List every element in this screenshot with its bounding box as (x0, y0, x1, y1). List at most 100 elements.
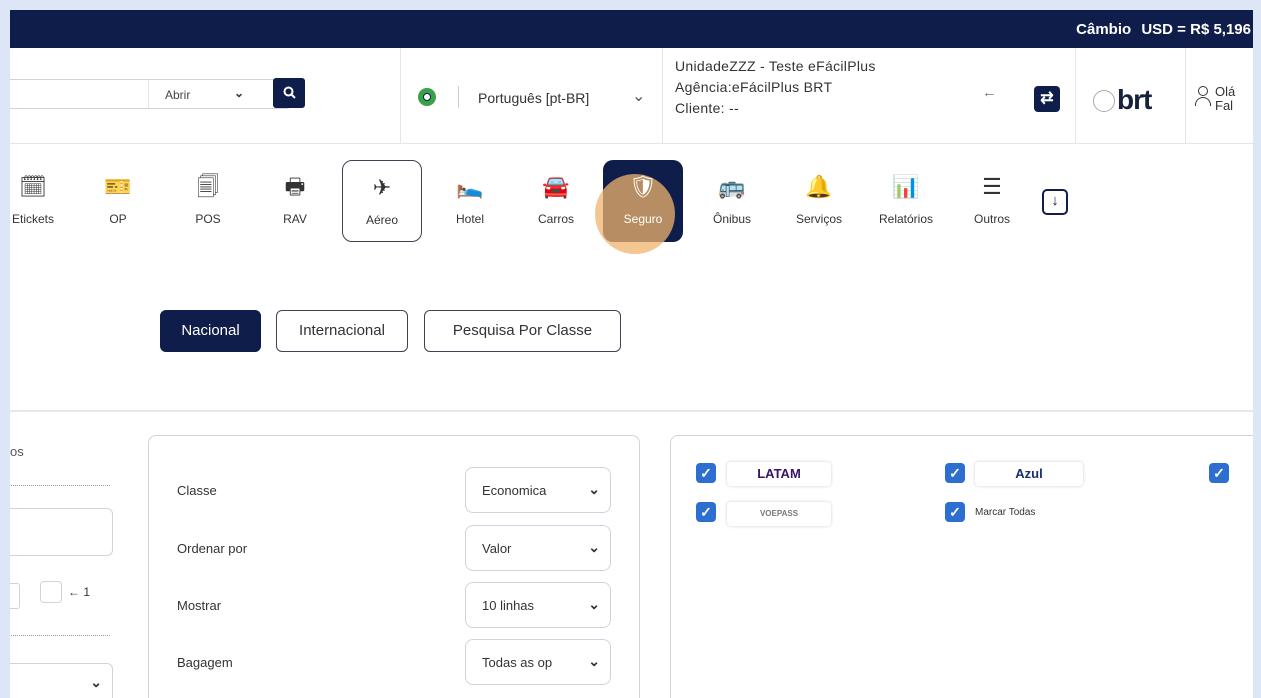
voepass-logo: VOEPASS (727, 502, 831, 526)
user-greeting-line2: Fal (1215, 98, 1234, 113)
exchange-value: USD = R$ 5,196 (1141, 21, 1251, 38)
car-icon: 🚘 (542, 174, 570, 199)
search-type-select[interactable]: Abrir ⌄ (148, 80, 258, 108)
tab-pesquisa-por-classe[interactable]: Pesquisa Por Classe (424, 310, 621, 352)
divider (662, 48, 663, 144)
module-rav[interactable]: 🖶 RAV (255, 160, 335, 242)
shuffle-icon: ⇄ (1040, 90, 1054, 107)
left-panel-select[interactable]: ⌄ (10, 663, 113, 698)
exchange-rate: Câmbio USD = R$ 5,196 (1070, 21, 1251, 38)
language-flag-icon (418, 88, 436, 106)
agency-info: UnidadeZZZ - Teste eFácilPlus Agência:eF… (675, 56, 876, 119)
app-frame: Câmbio USD = R$ 5,196 Abrir ⌄ Português … (10, 10, 1253, 698)
exchange-label: Câmbio (1076, 21, 1132, 38)
chevron-down-icon: ⌄ (588, 539, 600, 555)
module-label: Ônibus (712, 212, 752, 226)
search-button[interactable] (273, 78, 305, 108)
tab-nacional[interactable]: Nacional (160, 310, 261, 352)
module-label: Carros (537, 212, 574, 226)
module-onibus[interactable]: 🚌 Ônibus (692, 160, 772, 242)
module-outros[interactable]: ☰ Outros (952, 160, 1032, 242)
logo-circle-icon (1093, 90, 1115, 112)
azul-checkbox[interactable]: ✓ (945, 463, 965, 483)
classe-value: Economica (482, 483, 547, 498)
receipt-icon: 🖶 (284, 174, 306, 199)
filters-panel: Classe Economica ⌄ Ordenar por Valor ⌄ Mos… (148, 435, 640, 698)
module-etickets[interactable]: 🗓 Etickets (10, 160, 66, 242)
chevron-down-icon: ⌄ (233, 86, 244, 100)
user-greeting[interactable]: Olá Fal (1215, 85, 1235, 113)
language-select[interactable]: Português [pt-BR] (478, 90, 589, 106)
module-pos[interactable]: 🗐 POS (168, 160, 248, 242)
user-icon[interactable] (1194, 84, 1212, 110)
module-servicos[interactable]: 🔔 Serviços (779, 160, 859, 242)
ordenar-select[interactable]: Valor ⌄ (465, 525, 611, 571)
module-label: Aéreo (365, 213, 399, 227)
module-op[interactable]: 🎫 OP (78, 160, 158, 242)
search-type-value: Abrir (165, 88, 191, 102)
divider (400, 48, 401, 144)
search-input[interactable]: Abrir ⌄ (10, 79, 290, 109)
module-label: Relatórios (878, 212, 934, 226)
dotted-divider (10, 635, 110, 636)
airlines-panel: ✓ LATAM ✓ VOEPASS ✓ Azul ✓ Marcar Todas … (670, 435, 1253, 698)
module-label: OP (109, 212, 127, 226)
filter-label-classe: Classe (177, 483, 217, 498)
pin-icon[interactable]: ← (982, 84, 997, 101)
module-label: Etickets (11, 212, 54, 226)
module-label: Serviços (795, 212, 842, 226)
report-icon: 📊 (892, 174, 920, 199)
filter-label-ordenar: Ordenar por (177, 541, 248, 556)
classe-select[interactable]: Economica ⌄ (465, 467, 611, 513)
header: Abrir ⌄ Português [pt-BR] ⌄ UnidadeZZZ -… (10, 48, 1253, 144)
switch-agency-button[interactable]: ⇄ (1034, 86, 1060, 112)
module-label: Hotel (455, 212, 484, 226)
marcar-todas-checkbox[interactable]: ✓ (945, 502, 965, 522)
divider (1185, 48, 1186, 144)
mostrar-value: 10 linhas (482, 598, 535, 613)
shield-icon: 🛡 (629, 174, 657, 199)
divider (1075, 48, 1076, 144)
latam-checkbox[interactable]: ✓ (696, 463, 716, 483)
left-panel: os ← 1 ⌄ (10, 435, 130, 698)
module-label: POS (195, 212, 221, 226)
module-label: RAV (283, 212, 307, 226)
download-button[interactable]: ↓ (1042, 189, 1068, 215)
left-panel-input[interactable] (10, 508, 113, 556)
module-label: Outros (973, 212, 1010, 226)
module-aereo[interactable]: ✈ Aéreo (342, 160, 422, 242)
divider (458, 86, 459, 108)
bagagem-select[interactable]: Todas as op ⌄ (465, 639, 611, 685)
ordenar-value: Valor (482, 541, 512, 556)
airline-checkbox-3[interactable]: ✓ (1209, 463, 1229, 483)
left-panel-counter: 1 (83, 585, 91, 599)
bell-icon: 🔔 (805, 174, 833, 199)
chevron-down-icon: ⌄ (588, 596, 600, 612)
module-hotel[interactable]: 🛌 Hotel (430, 160, 510, 242)
voepass-checkbox[interactable]: ✓ (696, 502, 716, 522)
module-label: Seguro (623, 212, 663, 226)
agency-name: Agência:eFácilPlus BRT (675, 79, 833, 95)
module-carros[interactable]: 🚘 Carros (516, 160, 596, 242)
left-panel-mini-field[interactable] (10, 583, 20, 609)
tab-internacional[interactable]: Internacional (276, 310, 408, 352)
user-greeting-line1: Olá (1215, 84, 1236, 99)
logo-text: brt (1117, 84, 1152, 115)
arrow-left-icon: ← 1 (68, 585, 91, 599)
module-relatorios[interactable]: 📊 Relatórios (866, 160, 946, 242)
chevron-down-icon[interactable]: ⌄ (632, 86, 645, 106)
ticket-calendar-icon: 🗓 (19, 174, 47, 199)
azul-logo: Azul (975, 462, 1083, 486)
chevron-down-icon: ⌄ (588, 653, 600, 669)
left-panel-checkbox[interactable] (40, 581, 62, 603)
mostrar-select[interactable]: 10 linhas ⌄ (465, 582, 611, 628)
filter-label-bagagem: Bagagem (177, 655, 233, 670)
latam-logo: LATAM (727, 462, 831, 486)
client-label: Cliente: -- (675, 100, 739, 116)
module-seguro[interactable]: 🛡 Seguro (595, 160, 683, 254)
pos-icon: 🗐 (197, 174, 219, 199)
download-icon: ↓ (1051, 192, 1059, 209)
module-bar: 🗓 Etickets 🎫 OP 🗐 POS 🖶 RAV ✈ Aéreo 🛌 Ho… (10, 160, 1253, 254)
chevron-down-icon: ⌄ (90, 674, 102, 690)
bed-icon: 🛌 (456, 174, 484, 199)
